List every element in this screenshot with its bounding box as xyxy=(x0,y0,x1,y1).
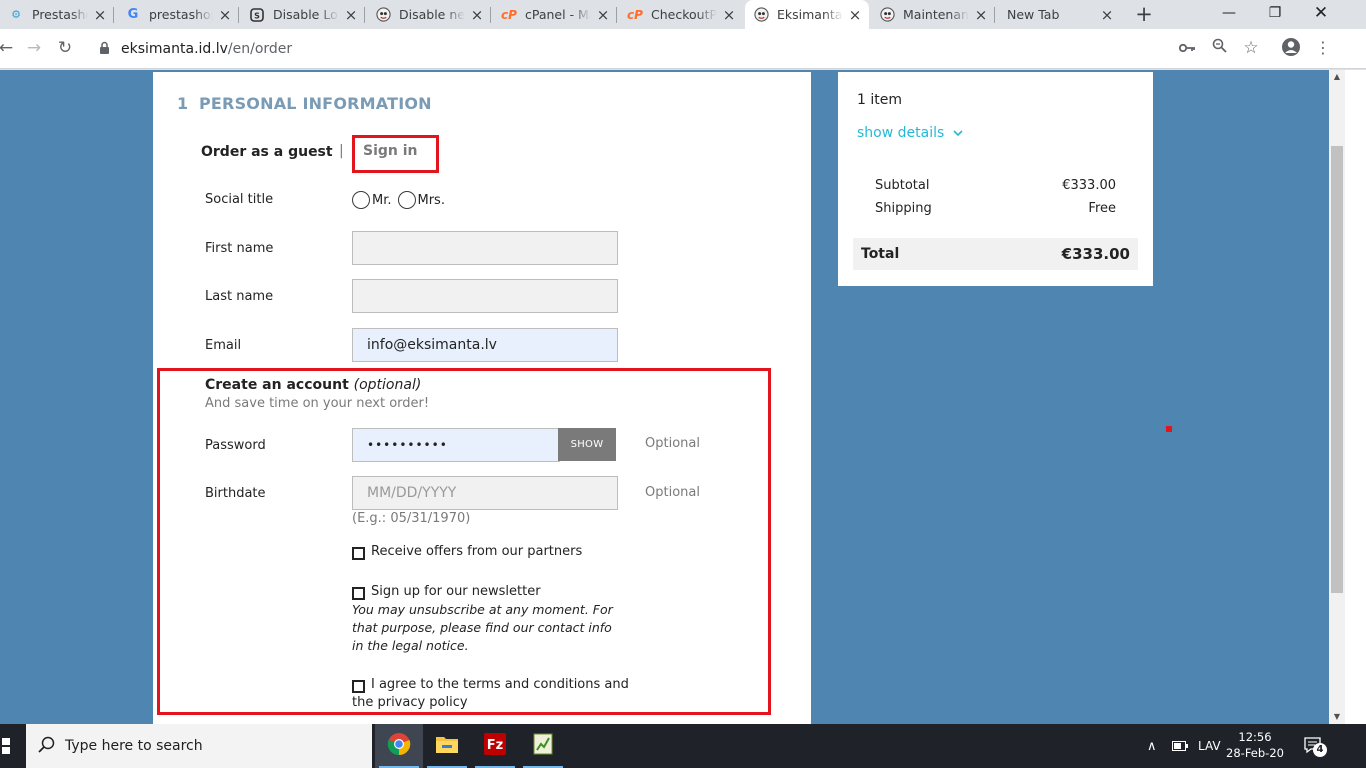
lock-icon[interactable] xyxy=(99,41,110,59)
profile-avatar-icon[interactable] xyxy=(1280,37,1302,59)
email-input[interactable]: info@eksimanta.lv xyxy=(352,328,618,362)
create-account-highlight-box xyxy=(157,368,771,715)
checkout-personal-info-card: 1 PERSONAL INFORMATION Order as a guest |… xyxy=(153,72,811,724)
browser-tab-active[interactable]: Eksimanta.l × xyxy=(745,0,869,29)
radio-button[interactable] xyxy=(397,191,416,209)
close-window-button[interactable]: ✕ xyxy=(1298,0,1344,29)
first-name-label: First name xyxy=(205,241,274,256)
prestashop-icon xyxy=(375,7,391,23)
notification-count-badge: 4 xyxy=(1313,743,1327,757)
scrollbar-thumb[interactable] xyxy=(1331,146,1343,593)
shipping-row: Shipping Free xyxy=(875,201,1116,216)
close-tab-icon[interactable]: × xyxy=(721,6,737,24)
browser-tab[interactable]: New Tab × xyxy=(997,0,1121,29)
taskbar-filezilla-app[interactable]: Fz xyxy=(471,724,519,768)
social-title-label: Social title xyxy=(205,192,274,207)
red-marker xyxy=(1166,426,1172,432)
prestashop-icon xyxy=(753,7,769,23)
taskbar-file-explorer-app[interactable] xyxy=(423,724,471,768)
email-label: Email xyxy=(205,338,242,353)
close-tab-icon[interactable]: × xyxy=(595,6,611,24)
total-row: Total €333.00 xyxy=(853,238,1138,270)
cart-summary-card: 1 item show details Subtotal €333.00 Ship… xyxy=(838,72,1153,286)
scroll-up-arrow-icon[interactable]: ▲ xyxy=(1329,72,1345,81)
svg-text:S: S xyxy=(254,11,260,20)
taskbar-sheet-app[interactable] xyxy=(519,724,567,768)
chrome-icon xyxy=(387,732,411,760)
close-tab-icon[interactable]: × xyxy=(469,6,485,24)
step-title: 1 PERSONAL INFORMATION xyxy=(177,94,432,113)
close-tab-icon[interactable]: × xyxy=(343,6,359,24)
windows-taskbar: Type here to search Fz ∧ LAV 12:56 28-Fe… xyxy=(0,724,1366,768)
svg-text:Fz: Fz xyxy=(487,738,503,753)
page-scrollbar[interactable]: ▲ ▼ xyxy=(1329,70,1345,724)
zoom-icon[interactable] xyxy=(1208,37,1230,59)
key-icon[interactable] xyxy=(1176,37,1198,59)
taskbar-search-box[interactable]: Type here to search xyxy=(26,724,372,768)
browser-tab[interactable]: G prestashop × xyxy=(117,0,239,29)
browser-tab[interactable]: cP cPanel - Ma × xyxy=(493,0,617,29)
subtotal-row: Subtotal €333.00 xyxy=(875,178,1116,193)
browser-tab[interactable]: Maintenanc × xyxy=(871,0,995,29)
cart-item-count: 1 item xyxy=(857,92,902,108)
page-viewport: 1 PERSONAL INFORMATION Order as a guest |… xyxy=(0,70,1329,724)
close-tab-icon[interactable]: × xyxy=(92,6,108,24)
reload-button[interactable]: ↻ xyxy=(53,37,77,61)
search-icon xyxy=(38,736,55,757)
close-tab-icon[interactable]: × xyxy=(973,6,989,24)
cpanel-icon: cP xyxy=(501,7,517,22)
cpanel-icon: cP xyxy=(627,7,643,22)
back-button[interactable]: ← xyxy=(0,37,18,61)
social-title-radio-group: Mr. Mrs. xyxy=(352,191,451,209)
close-tab-icon[interactable]: × xyxy=(217,6,233,24)
forward-button[interactable]: → xyxy=(22,37,46,61)
filezilla-icon: Fz xyxy=(484,733,506,759)
browser-tab[interactable]: cP CheckoutPe × xyxy=(619,0,743,29)
menu-kebab-icon[interactable]: ⋮ xyxy=(1312,37,1334,59)
first-name-input[interactable] xyxy=(352,231,618,265)
scroll-down-arrow-icon[interactable]: ▼ xyxy=(1329,712,1345,721)
show-details-link[interactable]: show details xyxy=(857,125,963,141)
browser-tab-strip: ⚙ Prestashop × G prestashop × S Disable … xyxy=(0,0,1366,29)
order-as-guest-tab[interactable]: Order as a guest xyxy=(201,144,333,160)
address-bar[interactable]: eksimanta.id.lv/en/order xyxy=(121,41,292,57)
restore-button[interactable]: ❐ xyxy=(1252,0,1298,29)
blog-icon: S xyxy=(249,7,265,23)
browser-tab[interactable]: ⚙ Prestashop × xyxy=(0,0,114,29)
google-icon: G xyxy=(127,7,139,22)
battery-icon[interactable] xyxy=(1172,724,1188,768)
tray-chevron-up-icon[interactable]: ∧ xyxy=(1147,724,1157,768)
chevron-down-icon xyxy=(953,125,963,141)
browser-tab[interactable]: Disable new × xyxy=(367,0,491,29)
prestashop-icon xyxy=(879,7,895,23)
taskbar-clock[interactable]: 12:56 28-Feb-20 xyxy=(1224,729,1286,761)
language-indicator[interactable]: LAV xyxy=(1198,724,1221,768)
last-name-label: Last name xyxy=(205,289,274,304)
window-edge xyxy=(1345,70,1366,724)
folder-icon xyxy=(435,734,459,758)
radio-mrs[interactable]: Mrs. xyxy=(397,191,445,209)
windows-start-icon[interactable] xyxy=(2,737,12,759)
close-tab-icon[interactable]: × xyxy=(847,6,863,24)
taskbar-chrome-app[interactable] xyxy=(375,724,423,768)
gears-icon: ⚙ xyxy=(11,8,21,21)
spreadsheet-icon xyxy=(533,733,553,759)
sign-in-highlight-box xyxy=(352,135,439,173)
new-tab-button[interactable]: + xyxy=(1132,3,1156,27)
radio-mr[interactable]: Mr. xyxy=(352,191,392,209)
close-tab-icon[interactable]: × xyxy=(1099,6,1115,24)
minimize-button[interactable]: — xyxy=(1206,0,1252,29)
browser-tab[interactable]: S Disable Log × xyxy=(241,0,365,29)
last-name-input[interactable] xyxy=(352,279,618,313)
radio-button[interactable] xyxy=(352,191,370,209)
bookmark-star-icon[interactable]: ☆ xyxy=(1240,37,1262,59)
nav-separator: | xyxy=(339,143,344,159)
